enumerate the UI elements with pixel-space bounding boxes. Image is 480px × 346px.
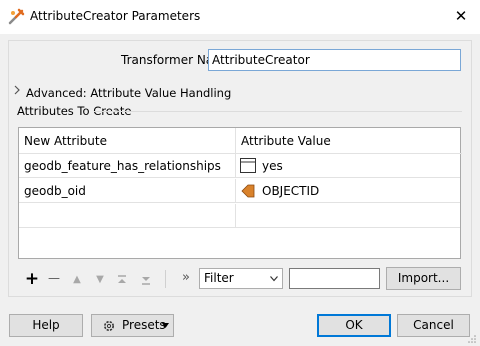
import-button[interactable]: Import...: [386, 267, 461, 290]
table-row[interactable]: geodb_oid OBJECTID: [19, 179, 460, 203]
advanced-section-toggle[interactable]: Advanced: Attribute Value Handling: [26, 86, 231, 100]
resize-grip-icon[interactable]: [467, 334, 477, 344]
more-options-button[interactable]: »: [179, 270, 193, 288]
column-header-new-attribute[interactable]: New Attribute: [19, 128, 235, 154]
attributes-table: New Attribute Attribute Value geodb_feat…: [18, 127, 462, 259]
chevron-right-icon[interactable]: [12, 84, 22, 96]
help-button[interactable]: Help: [9, 314, 83, 337]
group-divider: [94, 111, 462, 112]
chevron-down-icon: [270, 276, 278, 282]
filter-text-input[interactable]: [289, 268, 380, 289]
add-row-button[interactable]: +: [24, 269, 40, 289]
table-row-empty[interactable]: [19, 204, 460, 228]
filter-dropdown[interactable]: Filter: [199, 268, 283, 289]
move-bottom-icon[interactable]: [140, 274, 152, 286]
attribute-name-cell[interactable]: geodb_oid: [19, 179, 235, 203]
attribute-value-text: OBJECTID: [262, 184, 320, 198]
cancel-button[interactable]: Cancel: [397, 314, 470, 337]
move-down-button[interactable]: ▼: [93, 274, 107, 288]
table-row[interactable]: geodb_feature_has_relationships yes: [19, 154, 460, 178]
caret-down-icon: [162, 323, 169, 328]
attribute-value-cell[interactable]: yes: [235, 154, 460, 178]
window-title: AttributeCreator Parameters: [30, 9, 201, 23]
attribute-name-cell[interactable]: geodb_feature_has_relationships: [19, 154, 235, 178]
transformer-name-input[interactable]: AttributeCreator: [208, 49, 461, 71]
move-up-button[interactable]: ▲: [70, 274, 84, 288]
remove-row-button[interactable]: —: [46, 271, 62, 289]
presets-label: Presets: [122, 318, 166, 332]
empty-name-cell[interactable]: [19, 204, 235, 228]
attribute-value-icon[interactable]: [241, 184, 255, 198]
filter-selected-value: Filter: [204, 271, 234, 285]
text-value-icon[interactable]: [240, 158, 256, 173]
attribute-value-cell[interactable]: OBJECTID: [235, 179, 460, 203]
column-header-attribute-value[interactable]: Attribute Value: [235, 128, 462, 154]
toolbar-separator: [165, 270, 166, 288]
ok-button[interactable]: OK: [317, 314, 391, 337]
presets-button[interactable]: Presets: [91, 314, 174, 337]
empty-value-cell[interactable]: [235, 204, 460, 228]
gear-icon: [104, 321, 114, 331]
close-button[interactable]: ✕: [448, 5, 474, 29]
fme-transformer-icon: [8, 8, 25, 25]
attribute-value-text: yes: [262, 159, 283, 173]
move-top-icon[interactable]: [116, 274, 128, 286]
